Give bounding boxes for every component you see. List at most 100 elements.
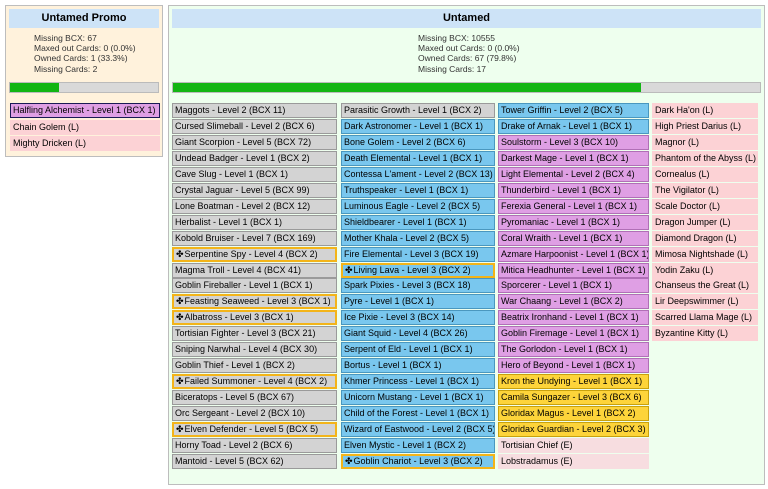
card-item[interactable]: Khmer Princess - Level 1 (BCX 1) xyxy=(341,374,495,390)
card-item[interactable]: Diamond Dragon (L) xyxy=(652,230,758,246)
card-item[interactable]: Mother Khala - Level 2 (BCX 5) xyxy=(341,230,495,246)
card-item[interactable]: Maggots - Level 2 (BCX 11) xyxy=(172,103,337,118)
card-item[interactable]: Magma Troll - Level 4 (BCX 41) xyxy=(172,262,337,278)
card-item[interactable]: Azmare Harpoonist - Level 1 (BCX 1) xyxy=(498,246,649,262)
card-label: Albatross - Level 3 (BCX 1) xyxy=(184,312,294,323)
card-item[interactable]: Yodin Zaku (L) xyxy=(652,262,758,278)
card-item[interactable]: Wizard of Eastwood - Level 2 (BCX 5) xyxy=(341,422,495,437)
card-item[interactable]: Chain Golem (L) xyxy=(10,119,160,135)
card-label: Darkest Mage - Level 1 (BCX 1) xyxy=(501,152,629,163)
card-item[interactable]: Undead Badger - Level 1 (BCX 2) xyxy=(172,150,337,166)
gold-foil-star-icon: ✤ xyxy=(176,296,184,307)
card-item[interactable]: ✤Failed Summoner - Level 4 (BCX 2) xyxy=(172,374,337,390)
card-item[interactable]: Lir Deepswimmer (L) xyxy=(652,294,758,310)
card-label: Maggots - Level 2 (BCX 11) xyxy=(175,105,286,115)
card-item[interactable]: Truthspeaker - Level 1 (BCX 1) xyxy=(341,182,495,198)
card-item[interactable]: ✤Albatross - Level 3 (BCX 1) xyxy=(172,310,337,326)
card-item[interactable]: Unicorn Mustang - Level 1 (BCX 1) xyxy=(341,390,495,406)
card-item[interactable]: Halfling Alchemist - Level 1 (BCX 1) xyxy=(10,103,160,118)
card-label: Thunderbird - Level 1 (BCX 1) xyxy=(501,184,622,195)
card-item[interactable]: Kobold Bruiser - Level 7 (BCX 169) xyxy=(172,230,337,246)
card-item[interactable]: Biceratops - Level 5 (BCX 67) xyxy=(172,390,337,406)
card-label: Camila Sungazer - Level 3 (BCX 6) xyxy=(501,392,642,403)
card-item[interactable]: Sniping Narwhal - Level 4 (BCX 30) xyxy=(172,342,337,358)
card-item[interactable]: Dark Ha'on (L) xyxy=(652,103,758,118)
card-item[interactable]: Goblin Fireballer - Level 1 (BCX 1) xyxy=(172,278,337,294)
card-item[interactable]: Byzantine Kitty (L) xyxy=(652,326,758,342)
card-item[interactable]: Dark Astronomer - Level 1 (BCX 1) xyxy=(341,118,495,134)
card-item[interactable]: Cornealus (L) xyxy=(652,166,758,182)
card-item[interactable]: Lone Boatman - Level 2 (BCX 12) xyxy=(172,198,337,214)
card-item[interactable]: Darkest Mage - Level 1 (BCX 1) xyxy=(498,150,649,166)
card-item[interactable]: Soulstorm - Level 3 (BCX 10) xyxy=(498,134,649,150)
card-item[interactable]: Parasitic Growth - Level 1 (BCX 2) xyxy=(341,103,495,118)
card-item[interactable]: Hero of Beyond - Level 1 (BCX 1) xyxy=(498,358,649,374)
card-item[interactable]: Bortus - Level 1 (BCX 1) xyxy=(341,358,495,374)
card-label: Yodin Zaku (L) xyxy=(655,264,714,275)
card-label: Horny Toad - Level 2 (BCX 6) xyxy=(175,439,293,450)
card-item[interactable]: The Gorlodon - Level 1 (BCX 1) xyxy=(498,342,649,358)
card-item[interactable]: Serpent of Eld - Level 1 (BCX 1) xyxy=(341,342,495,358)
card-item[interactable]: ✤Goblin Chariot - Level 3 (BCX 2) xyxy=(341,453,495,469)
card-item[interactable]: Crystal Jaguar - Level 5 (BCX 99) xyxy=(172,182,337,198)
card-item[interactable]: Ferexia General - Level 1 (BCX 1) xyxy=(498,198,649,214)
card-item[interactable]: Mimosa Nightshade (L) xyxy=(652,246,758,262)
card-item[interactable]: Pyre - Level 1 (BCX 1) xyxy=(341,294,495,310)
card-item[interactable]: Child of the Forest - Level 1 (BCX 1) xyxy=(341,406,495,422)
card-item[interactable]: Contessa L'ament - Level 2 (BCX 13) xyxy=(341,166,495,182)
card-item[interactable]: Gloridax Magus - Level 1 (BCX 2) xyxy=(498,406,649,422)
card-item[interactable]: Horny Toad - Level 2 (BCX 6) xyxy=(172,437,337,453)
card-item[interactable]: ✤Serpentine Spy - Level 4 (BCX 2) xyxy=(172,246,337,262)
card-item[interactable]: Luminous Eagle - Level 2 (BCX 5) xyxy=(341,198,495,214)
card-item[interactable]: Scarred Llama Mage (L) xyxy=(652,310,758,326)
card-item[interactable]: Spark Pixies - Level 3 (BCX 18) xyxy=(341,278,495,294)
card-item[interactable]: Tortisian Chief (E) xyxy=(498,437,649,453)
card-item[interactable]: Cave Slug - Level 1 (BCX 1) xyxy=(172,166,337,182)
card-item[interactable]: Mitica Headhunter - Level 1 (BCX 1) xyxy=(498,262,649,278)
card-item[interactable]: Fire Elemental - Level 3 (BCX 19) xyxy=(341,246,495,262)
card-item[interactable]: Sporcerer - Level 1 (BCX 1) xyxy=(498,278,649,294)
card-item[interactable]: Phantom of the Abyss (L) xyxy=(652,150,758,166)
card-item[interactable]: Light Elemental - Level 2 (BCX 4) xyxy=(498,166,649,182)
card-item[interactable]: Kron the Undying - Level 1 (BCX 1) xyxy=(498,374,649,390)
card-item[interactable]: Bone Golem - Level 2 (BCX 6) xyxy=(341,134,495,150)
card-item[interactable]: Goblin Firemage - Level 1 (BCX 1) xyxy=(498,326,649,342)
card-item[interactable]: Mighty Dricken (L) xyxy=(10,136,160,151)
card-item[interactable]: ✤Living Lava - Level 3 (BCX 2) xyxy=(341,262,495,278)
card-item[interactable]: Elven Mystic - Level 1 (BCX 2) xyxy=(341,437,495,453)
card-item[interactable]: Beatrix Ironhand - Level 1 (BCX 1) xyxy=(498,310,649,326)
card-label: Bortus - Level 1 (BCX 1) xyxy=(344,360,442,371)
gold-foil-star-icon: ✤ xyxy=(345,455,353,466)
card-item[interactable]: Death Elemental - Level 1 (BCX 1) xyxy=(341,150,495,166)
card-item[interactable]: Pyromaniac - Level 1 (BCX 1) xyxy=(498,214,649,230)
card-item[interactable]: High Priest Darius (L) xyxy=(652,118,758,134)
card-item[interactable]: Camila Sungazer - Level 3 (BCX 6) xyxy=(498,390,649,406)
card-item[interactable]: Scale Doctor (L) xyxy=(652,198,758,214)
card-item[interactable]: Herbalist - Level 1 (BCX 1) xyxy=(172,214,337,230)
card-item[interactable]: ✤Elven Defender - Level 5 (BCX 5) xyxy=(172,422,337,437)
card-label: Biceratops - Level 5 (BCX 67) xyxy=(175,392,295,403)
card-label: Shieldbearer - Level 1 (BCX 1) xyxy=(344,216,467,227)
card-label: Dark Astronomer - Level 1 (BCX 1) xyxy=(344,120,484,131)
card-item[interactable]: Thunderbird - Level 1 (BCX 1) xyxy=(498,182,649,198)
card-item[interactable]: Orc Sergeant - Level 2 (BCX 10) xyxy=(172,406,337,422)
card-item[interactable]: Dragon Jumper (L) xyxy=(652,214,758,230)
card-item[interactable]: Lobstradamus (E) xyxy=(498,453,649,469)
card-item[interactable]: Giant Scorpion - Level 5 (BCX 72) xyxy=(172,134,337,150)
card-item[interactable]: Goblin Thief - Level 1 (BCX 2) xyxy=(172,358,337,374)
card-item[interactable]: Mantoid - Level 5 (BCX 62) xyxy=(172,453,337,469)
card-item[interactable]: Gloridax Guardian - Level 2 (BCX 3) xyxy=(498,422,649,437)
card-item[interactable]: ✤Feasting Seaweed - Level 3 (BCX 1) xyxy=(172,294,337,310)
card-item[interactable]: Cursed Slimeball - Level 2 (BCX 6) xyxy=(172,118,337,134)
card-item[interactable]: War Chaang - Level 1 (BCX 2) xyxy=(498,294,649,310)
card-item[interactable]: Ice Pixie - Level 3 (BCX 14) xyxy=(341,310,495,326)
card-item[interactable]: Tortisian Fighter - Level 3 (BCX 21) xyxy=(172,326,337,342)
card-item[interactable]: Chanseus the Great (L) xyxy=(652,278,758,294)
card-item[interactable]: Magnor (L) xyxy=(652,134,758,150)
card-item[interactable]: Drake of Arnak - Level 1 (BCX 1) xyxy=(498,118,649,134)
card-item[interactable]: Shieldbearer - Level 1 (BCX 1) xyxy=(341,214,495,230)
card-item[interactable]: Coral Wraith - Level 1 (BCX 1) xyxy=(498,230,649,246)
card-item[interactable]: Giant Squid - Level 4 (BCX 26) xyxy=(341,326,495,342)
card-item[interactable]: The Vigilator (L) xyxy=(652,182,758,198)
card-item[interactable]: Tower Griffin - Level 2 (BCX 5) xyxy=(498,103,649,118)
